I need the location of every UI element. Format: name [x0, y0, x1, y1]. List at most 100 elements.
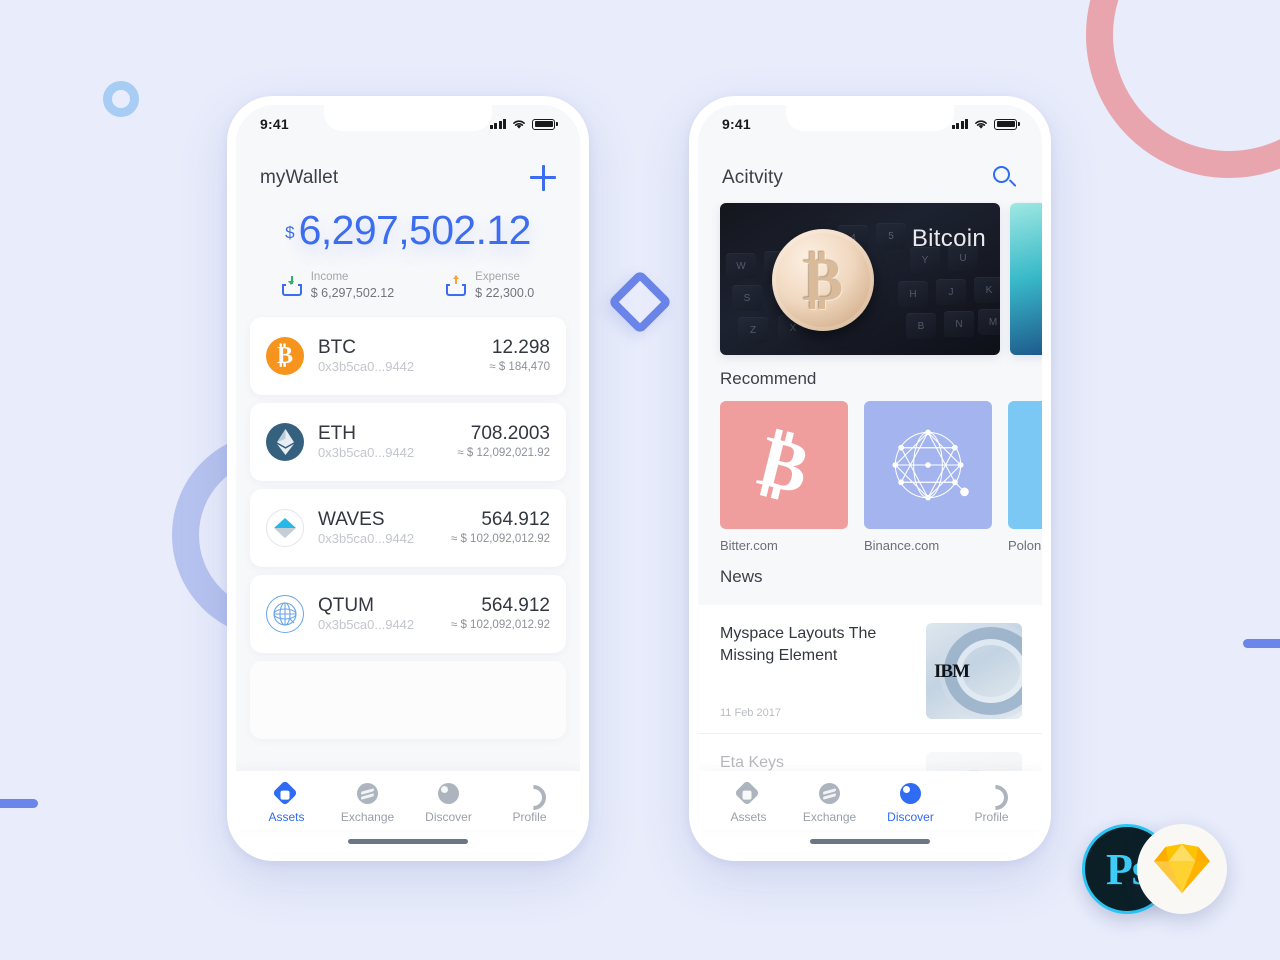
phone-mockup-discover: 9:41 Acitvity W S Z X 5 Y U H J K B N M … [689, 96, 1051, 861]
table-row[interactable]: ₿ BTC 0x3b5ca0...9442 12.298 ≈ $ 184,470 [250, 317, 566, 396]
balance-row: $ 6,297,502.12 [236, 207, 580, 253]
binance-tile[interactable] [864, 401, 992, 529]
search-icon[interactable] [992, 165, 1018, 191]
status-time: 9:41 [260, 116, 289, 132]
decor-bar-left [0, 799, 38, 808]
asset-fiat-value: ≈ $ 102,092,012.92 [450, 532, 550, 545]
asset-quantity: 708.2003 [470, 422, 550, 444]
news-title: Myspace Layouts The Missing Element [720, 625, 877, 664]
asset-address: 0x3b5ca0...9442 [318, 617, 415, 633]
assets-icon [272, 780, 298, 806]
tab-exchange[interactable]: Exchange [327, 783, 408, 824]
profile-icon [981, 783, 1002, 804]
tab-label: Exchange [802, 810, 857, 824]
banner-bitcoin[interactable]: WE SF2 ZX 45 YU HJ KB NM ₿ Bitcoin [720, 203, 1000, 355]
banner-carousel[interactable]: WE SF2 ZX 45 YU HJ KB NM ₿ Bitcoin [698, 201, 1042, 355]
cellular-signal-icon [951, 119, 969, 129]
exchange-icon [357, 783, 378, 804]
asset-symbol: QTUM [318, 594, 374, 616]
asset-symbol: BTC [318, 336, 356, 358]
network-sphere-icon [892, 429, 969, 501]
canvas: 9:41 myWallet $ 6,297,502.12 Income $ 6,… [0, 0, 1280, 960]
income-expense-row: Income $ 6,297,502.12 Expense $ 22,300.0 [236, 270, 580, 305]
asset-symbol: WAVES [318, 508, 385, 530]
expense-value: $ 22,300.0 [475, 285, 535, 300]
tab-label: Assets [268, 810, 305, 824]
tab-profile[interactable]: Profile [951, 783, 1032, 824]
balance-currency: $ [285, 223, 295, 242]
status-icons [489, 118, 558, 130]
battery-icon [532, 118, 558, 130]
banner-title: Bitcoin [911, 225, 986, 252]
asset-quantity: 564.912 [481, 508, 550, 530]
expense-arrow-icon [446, 274, 467, 296]
news-thumbnail [926, 752, 1022, 771]
table-row-partial[interactable] [250, 661, 566, 740]
bitcoin-b-icon: ₿ [751, 420, 817, 510]
list-item[interactable]: Myspace Layouts The Missing Element 11 F… [698, 605, 1042, 734]
tab-assets[interactable]: Assets [708, 780, 789, 824]
tab-assets[interactable]: Assets [246, 780, 327, 824]
tab-label: Discover [425, 810, 472, 824]
eth-coin-icon [266, 423, 304, 462]
recommend-row[interactable]: ₿ Bitter.com Binance.com Polon [698, 401, 1042, 553]
list-item[interactable]: Eta Keys [698, 734, 1042, 771]
recommend-section-title: Recommend [720, 369, 817, 388]
status-time: 9:41 [722, 116, 751, 132]
asset-fiat-value: ≈ $ 102,092,012.92 [450, 618, 550, 631]
home-indicator[interactable] [698, 830, 1042, 852]
asset-address: 0x3b5ca0...9442 [318, 445, 415, 461]
recommend-name: Bitter.com [720, 538, 778, 553]
home-indicator[interactable] [236, 830, 580, 852]
table-row[interactable]: QTUM 0x3b5ca0...9442 564.912 ≈ $ 102,092… [250, 575, 566, 654]
table-row[interactable]: WAVES 0x3b5ca0...9442 564.912 ≈ $ 102,09… [250, 489, 566, 568]
sketch-logo-icon [1137, 824, 1227, 914]
list-item[interactable]: ₿ Bitter.com [720, 401, 848, 553]
asset-list[interactable]: ₿ BTC 0x3b5ca0...9442 12.298 ≈ $ 184,470 [236, 305, 580, 771]
asset-address: 0x3b5ca0...9442 [318, 531, 415, 547]
expense-label: Expense [475, 271, 520, 284]
sketch-diamond-icon [1154, 843, 1210, 894]
discover-icon [438, 783, 459, 804]
app-header: myWallet [236, 143, 580, 201]
expense-item: Expense $ 22,300.0 [446, 270, 534, 301]
tab-discover[interactable]: Discover [870, 783, 951, 824]
ibm-logo-icon: IBM [934, 661, 970, 682]
wifi-icon [513, 120, 526, 129]
tab-discover[interactable]: Discover [408, 783, 489, 824]
tab-label: Exchange [340, 810, 395, 824]
bitter-tile[interactable]: ₿ [720, 401, 848, 529]
battery-icon [994, 118, 1020, 130]
news-list[interactable]: Myspace Layouts The Missing Element 11 F… [698, 605, 1042, 771]
profile-icon [519, 783, 540, 804]
asset-fiat-value: ≈ $ 12,092,021.92 [457, 446, 550, 459]
assets-icon [734, 780, 760, 806]
decor-pink-arc [1086, 0, 1280, 178]
banner-secondary[interactable] [1010, 203, 1042, 355]
app-header: Acitvity [698, 143, 1042, 201]
asset-fiat-value: ≈ $ 184,470 [489, 360, 550, 373]
bitcoin-coin-icon: ₿ [772, 229, 874, 331]
tab-profile[interactable]: Profile [489, 783, 570, 824]
screen-assets: 9:41 myWallet $ 6,297,502.12 Income $ 6,… [236, 105, 580, 852]
bottom-tab-bar[interactable]: Assets Exchange Discover Profile [698, 771, 1042, 830]
decor-ring-icon [103, 81, 139, 117]
news-title: Eta Keys [720, 754, 785, 771]
balance-amount: 6,297,502.12 [298, 207, 532, 253]
discover-icon [900, 783, 921, 804]
table-row[interactable]: ETH 0x3b5ca0...9442 708.2003 ≈ $ 12,092,… [250, 403, 566, 482]
tab-exchange[interactable]: Exchange [789, 783, 870, 824]
recommend-name: Polonie [1008, 538, 1042, 553]
list-item[interactable]: Polonie [1008, 401, 1042, 553]
asset-quantity: 12.298 [491, 336, 550, 358]
bottom-tab-bar[interactable]: Assets Exchange Discover Profile [236, 771, 580, 830]
list-item[interactable]: Binance.com [864, 401, 992, 553]
status-icons [951, 118, 1020, 130]
add-wallet-button[interactable] [530, 165, 556, 191]
page-title: Acitvity [722, 167, 783, 188]
status-bar: 9:41 [236, 105, 580, 143]
tool-logos: Ps [1082, 824, 1244, 916]
income-label: Income [310, 271, 349, 284]
phone-mockup-assets: 9:41 myWallet $ 6,297,502.12 Income $ 6,… [227, 96, 589, 861]
poloniex-tile[interactable] [1008, 401, 1042, 529]
